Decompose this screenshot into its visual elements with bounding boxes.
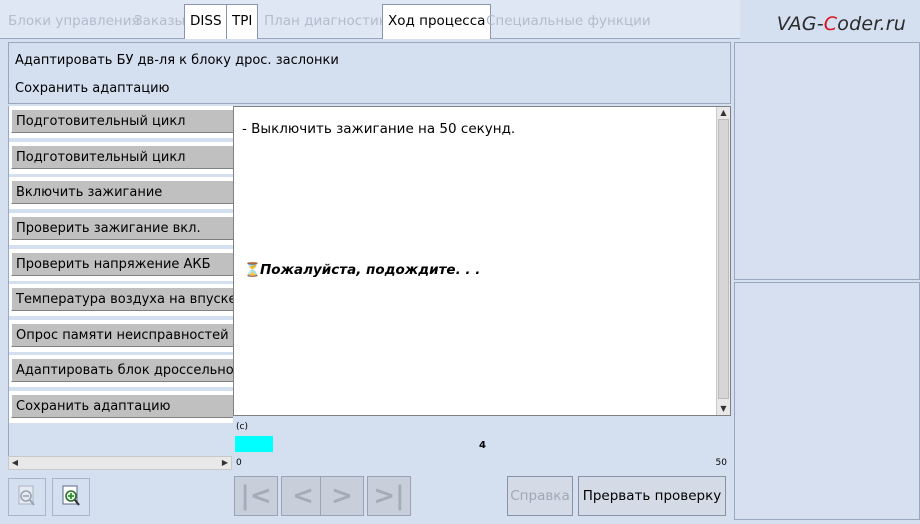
scroll-up-icon[interactable]: ▲	[717, 107, 730, 119]
step-label: Адаптировать блок дроссельной заслонки	[11, 358, 233, 382]
chevron-left-icon: <	[292, 481, 314, 511]
tab-diagnostic-plan[interactable]: План диагностики	[258, 4, 402, 36]
progress-min: 0	[236, 458, 242, 468]
procedure-header: Адаптировать БУ дв-ля к блоку дрос. засл…	[8, 42, 731, 104]
procedure-subtitle: Сохранить адаптацию	[15, 81, 170, 96]
first-step-button[interactable]: |<	[234, 476, 278, 516]
step-item[interactable]: Адаптировать блок дроссельной заслонки	[9, 355, 233, 387]
step-label: Температура воздуха на впуске	[11, 287, 233, 311]
tab-diss[interactable]: DISS	[184, 4, 228, 39]
progress-unit: (с)	[236, 422, 248, 432]
scroll-right-icon[interactable]: ▶	[219, 457, 231, 469]
tab-bar: Блоки управления Заказы DISS TPI План ди…	[0, 0, 740, 39]
step-label: Включить зажигание	[11, 180, 233, 204]
progress-bar-fill	[235, 436, 273, 452]
scroll-thumb[interactable]	[718, 119, 729, 399]
step-item[interactable]: Проверить зажигание вкл.	[9, 213, 233, 245]
instruction-text: - Выключить зажигание на 50 секунд.	[242, 121, 516, 137]
wait-message: ⏳Пожалуйста, подождите. . .	[244, 262, 480, 278]
zoom-out-button[interactable]	[8, 478, 46, 516]
steps-list: Подготовительный цикл Подготовительный ц…	[8, 106, 233, 456]
step-label: Подготовительный цикл	[11, 109, 233, 133]
wait-text: Пожалуйста, подождите. . .	[260, 262, 481, 278]
steps-horizontal-scrollbar[interactable]: ◀ ▶	[8, 456, 232, 470]
previous-step-button[interactable]: <	[281, 476, 325, 516]
last-step-button[interactable]: >|	[367, 476, 411, 516]
zoom-in-icon	[62, 485, 80, 506]
step-item[interactable]: Опрос памяти неисправностей	[9, 320, 233, 352]
instruction-panel: - Выключить зажигание на 50 секунд. ⏳Пож…	[233, 106, 731, 416]
zoom-in-button[interactable]	[52, 478, 90, 516]
brand-watermark: VAG-Coder.ru	[776, 13, 906, 35]
tab-orders[interactable]: Заказы	[128, 4, 191, 36]
skip-to-start-icon: |<	[240, 481, 272, 511]
next-step-button[interactable]: >	[320, 476, 364, 516]
help-button[interactable]: Справка	[507, 476, 573, 516]
skip-to-end-icon: >|	[373, 481, 405, 511]
step-label: Подготовительный цикл	[11, 145, 233, 169]
right-panel-top	[734, 42, 920, 280]
timer-progress: (с) 4 0 50	[233, 418, 731, 472]
procedure-title: Адаптировать БУ дв-ля к блоку дрос. засл…	[15, 53, 339, 68]
step-item[interactable]: Подготовительный цикл	[9, 106, 233, 138]
step-item[interactable]: Температура воздуха на впуске	[9, 284, 233, 316]
step-item[interactable]: Подготовительный цикл	[9, 142, 233, 174]
scroll-down-icon[interactable]: ▼	[717, 403, 730, 415]
right-panel-bottom	[734, 282, 920, 520]
chevron-right-icon: >	[331, 481, 353, 511]
tab-process[interactable]: Ход процесса	[382, 4, 492, 39]
step-item[interactable]: Сохранить адаптацию	[9, 391, 233, 423]
instruction-vertical-scrollbar[interactable]: ▲ ▼	[716, 107, 730, 415]
step-item[interactable]: Включить зажигание	[9, 177, 233, 209]
abort-test-button[interactable]: Прервать проверку	[578, 476, 726, 516]
tab-tpi[interactable]: TPI	[226, 4, 259, 39]
hourglass-icon: ⏳	[244, 262, 261, 278]
tab-special-functions[interactable]: Специальные функции	[480, 4, 657, 36]
step-label: Проверить напряжение АКБ	[11, 252, 233, 276]
scroll-left-icon[interactable]: ◀	[9, 457, 21, 469]
step-label: Опрос памяти неисправностей	[11, 323, 233, 347]
progress-value: 4	[479, 440, 486, 451]
tab-control-units[interactable]: Блоки управления	[2, 4, 146, 36]
progress-max: 50	[715, 458, 727, 468]
zoom-out-icon	[18, 485, 35, 506]
step-label: Сохранить адаптацию	[11, 394, 233, 418]
step-label: Проверить зажигание вкл.	[11, 216, 233, 240]
step-item[interactable]: Проверить напряжение АКБ	[9, 249, 233, 281]
